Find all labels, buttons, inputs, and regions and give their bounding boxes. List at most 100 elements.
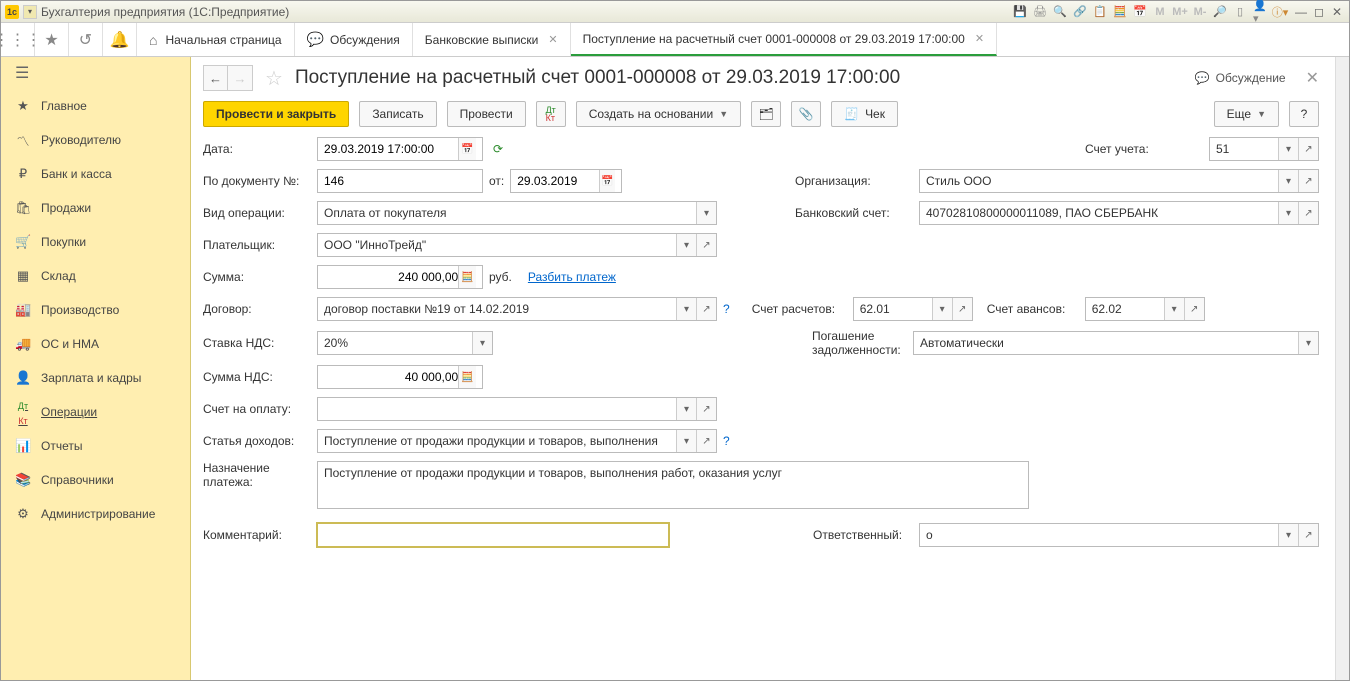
sidebar-item-admin[interactable]: ⚙Администрирование	[1, 497, 190, 531]
org-select[interactable]: Стиль ООО▾↗	[919, 169, 1319, 193]
open-icon[interactable]: ↗	[696, 298, 716, 320]
tab-document[interactable]: Поступление на расчетный счет 0001-00000…	[571, 23, 997, 56]
structure-button[interactable]: 🗂	[751, 101, 781, 127]
close-icon[interactable]: ✕	[548, 33, 557, 46]
chevron-down-icon[interactable]: ▾	[1164, 298, 1184, 320]
sidebar-item-sales[interactable]: 🛍Продажи	[1, 191, 190, 225]
tab-discussions[interactable]: 💬 Обсуждения	[295, 23, 413, 56]
sidebar-item-operations[interactable]: ДтКтОперации	[1, 395, 190, 429]
sidebar-item-purchases[interactable]: 🛒Покупки	[1, 225, 190, 259]
scrollbar[interactable]	[1335, 57, 1349, 680]
zoom-icon[interactable]: 🔎	[1213, 5, 1227, 19]
dtkt-button[interactable]: ДтКт	[536, 101, 566, 127]
chevron-down-icon[interactable]: ▾	[1298, 332, 1318, 354]
chevron-down-icon[interactable]: ▾	[1278, 202, 1298, 224]
attach-button[interactable]: 📎	[791, 101, 821, 127]
docnum-input[interactable]	[317, 169, 483, 193]
post-button[interactable]: Провести	[447, 101, 526, 127]
calendar-icon[interactable]: 📅	[1133, 5, 1147, 19]
sidebar-item-stock[interactable]: ▦Склад	[1, 259, 190, 293]
memory-mplus[interactable]: M+	[1173, 5, 1187, 19]
docdate-input[interactable]: 📅	[510, 169, 622, 193]
restore-button[interactable]: ◻	[1311, 5, 1327, 19]
link-icon[interactable]: 🔗	[1073, 5, 1087, 19]
calc-icon[interactable]: 🧮	[1113, 5, 1127, 19]
date-input[interactable]: 📅	[317, 137, 483, 161]
acc-calc-select[interactable]: 62.01▾↗	[853, 297, 973, 321]
discussion-button[interactable]: 💬 Обсуждение	[1195, 71, 1286, 85]
help-icon[interactable]: ?	[723, 302, 730, 316]
notifications-icon[interactable]: 🔔	[103, 23, 137, 56]
copy-icon[interactable]: 📋	[1093, 5, 1107, 19]
help-button[interactable]: ?	[1289, 101, 1319, 127]
favorites-icon[interactable]: ★	[35, 23, 69, 56]
sidebar-item-hr[interactable]: 👤Зарплата и кадры	[1, 361, 190, 395]
favorite-star-icon[interactable]: ☆	[265, 66, 283, 91]
close-page-button[interactable]: ✕	[1306, 68, 1319, 88]
chevron-down-icon[interactable]: ▾	[676, 234, 696, 256]
refresh-icon[interactable]: ⟳	[489, 142, 507, 156]
memory-m[interactable]: M	[1153, 5, 1167, 19]
vat-sum-input[interactable]: 🧮	[317, 365, 483, 389]
search-icon[interactable]: 🔍	[1053, 5, 1067, 19]
invoice-select[interactable]: ▾↗	[317, 397, 717, 421]
tab-bank-statements[interactable]: Банковские выписки ✕	[413, 23, 571, 56]
chevron-down-icon[interactable]: ▾	[472, 332, 492, 354]
apps-grid-icon[interactable]: ⋮⋮⋮	[1, 23, 35, 56]
bankacc-select[interactable]: 40702810800000011089, ПАО СБЕРБАНК▾↗	[919, 201, 1319, 225]
income-select[interactable]: Поступление от продажи продукции и товар…	[317, 429, 717, 453]
comment-input[interactable]	[317, 523, 669, 547]
panes-icon[interactable]: ▯	[1233, 5, 1247, 19]
save-icon[interactable]: 💾	[1013, 5, 1027, 19]
close-icon[interactable]: ✕	[975, 32, 984, 45]
chevron-down-icon[interactable]: ▾	[676, 398, 696, 420]
acc-adv-select[interactable]: 62.02▾↗	[1085, 297, 1205, 321]
account-select[interactable]: 51▾↗	[1209, 137, 1319, 161]
open-icon[interactable]: ↗	[1298, 524, 1318, 546]
create-based-button[interactable]: Создать на основании▼	[576, 101, 741, 127]
close-window-button[interactable]: ✕	[1329, 5, 1345, 19]
open-icon[interactable]: ↗	[1184, 298, 1204, 320]
post-and-close-button[interactable]: Провести и закрыть	[203, 101, 349, 127]
sidebar-item-references[interactable]: 📚Справочники	[1, 463, 190, 497]
chevron-down-icon[interactable]: ▾	[676, 430, 696, 452]
chevron-down-icon[interactable]: ▾	[696, 202, 716, 224]
debt-select[interactable]: Автоматически▾	[913, 331, 1319, 355]
split-payment-link[interactable]: Разбить платеж	[528, 270, 616, 284]
open-icon[interactable]: ↗	[952, 298, 972, 320]
optype-select[interactable]: Оплата от покупателя▾	[317, 201, 717, 225]
calc-icon[interactable]: 🧮	[458, 366, 476, 388]
nav-back-button[interactable]: ←	[204, 66, 228, 90]
open-icon[interactable]: ↗	[696, 234, 716, 256]
minimize-button[interactable]: —	[1293, 5, 1309, 19]
responsible-select[interactable]: o▾↗	[919, 523, 1319, 547]
chevron-down-icon[interactable]: ▾	[676, 298, 696, 320]
sidebar-item-assets[interactable]: 🚚ОС и НМА	[1, 327, 190, 361]
payer-select[interactable]: ООО "ИнноТрейд"▾↗	[317, 233, 717, 257]
nav-forward-button[interactable]: →	[228, 66, 252, 90]
sidebar-item-bank[interactable]: ₽Банк и касса	[1, 157, 190, 191]
sidebar-item-reports[interactable]: 📊Отчеты	[1, 429, 190, 463]
sidebar-item-main[interactable]: ★Главное	[1, 89, 190, 123]
calendar-icon[interactable]: 📅	[599, 170, 616, 192]
titlebar-dropdown-icon[interactable]: ▾	[23, 5, 37, 19]
calendar-icon[interactable]: 📅	[458, 138, 476, 160]
memory-mminus[interactable]: M-	[1193, 5, 1207, 19]
contract-select[interactable]: договор поставки №19 от 14.02.2019▾↗	[317, 297, 717, 321]
chevron-down-icon[interactable]: ▾	[1278, 524, 1298, 546]
vat-select[interactable]: 20%▾	[317, 331, 493, 355]
sidebar-burger-icon[interactable]: ☰	[1, 57, 190, 89]
tab-home[interactable]: ⌂ Начальная страница	[137, 23, 295, 56]
open-icon[interactable]: ↗	[1298, 202, 1318, 224]
chevron-down-icon[interactable]: ▾	[1278, 138, 1298, 160]
help-icon[interactable]: ?	[723, 434, 730, 448]
user-icon[interactable]: 👤▾	[1253, 5, 1267, 19]
calc-icon[interactable]: 🧮	[458, 266, 476, 288]
print-icon[interactable]: 🖨	[1033, 5, 1047, 19]
sidebar-item-production[interactable]: 🏭Производство	[1, 293, 190, 327]
history-icon[interactable]: ↺	[69, 23, 103, 56]
open-icon[interactable]: ↗	[1298, 170, 1318, 192]
save-button[interactable]: Записать	[359, 101, 436, 127]
info-icon[interactable]: ⓘ▾	[1273, 5, 1287, 19]
open-icon[interactable]: ↗	[696, 398, 716, 420]
